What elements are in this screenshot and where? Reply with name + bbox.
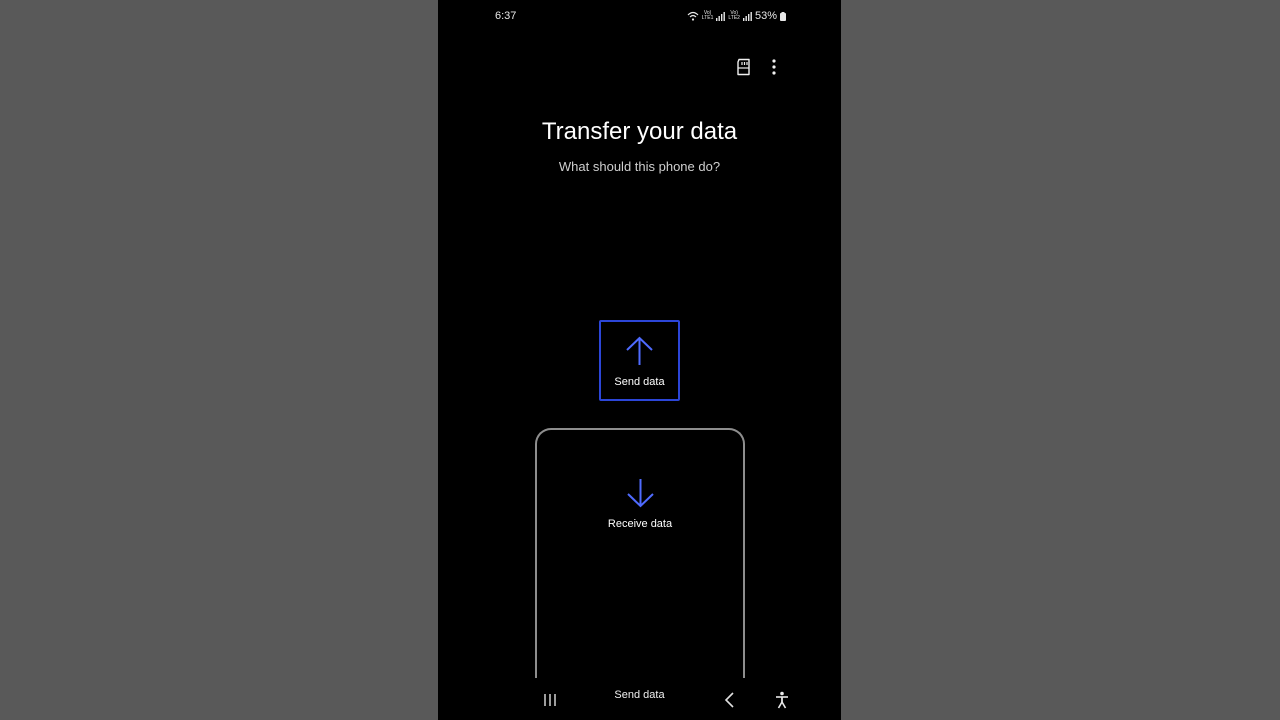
phone-screen: 6:37 Vo) LTE1 Vo) LTE2 53% Transfer your… bbox=[438, 0, 841, 720]
battery-icon bbox=[780, 11, 786, 21]
letterbox-left bbox=[0, 0, 438, 720]
page-title: Transfer your data bbox=[541, 118, 738, 145]
navigation-bar: Send data bbox=[438, 678, 841, 720]
more-options-icon[interactable] bbox=[768, 58, 780, 76]
back-icon[interactable] bbox=[723, 692, 735, 708]
letterbox-right bbox=[841, 0, 1280, 720]
wifi-icon bbox=[687, 11, 699, 21]
receive-data-label: Receive data bbox=[607, 518, 673, 530]
network-1: Vo) LTE1 bbox=[701, 10, 714, 21]
send-data-button[interactable]: Send data bbox=[599, 320, 680, 401]
battery-percent: 53% bbox=[754, 10, 777, 22]
signal-icon bbox=[716, 11, 726, 21]
network-2: Vo) LTE2 bbox=[728, 10, 740, 21]
send-data-label: Send data bbox=[614, 376, 665, 388]
receive-data-button[interactable]: Receive data bbox=[535, 428, 745, 720]
accessibility-icon[interactable] bbox=[774, 691, 790, 709]
page-subtitle: What should this phone do? bbox=[558, 159, 721, 174]
sd-card-icon[interactable] bbox=[736, 58, 752, 76]
status-icons: Vo) LTE1 Vo) LTE2 53% bbox=[687, 9, 786, 23]
arrow-down-icon bbox=[627, 479, 654, 508]
signal-icon bbox=[742, 11, 752, 21]
arrow-up-icon bbox=[626, 336, 653, 365]
status-time: 6:37 bbox=[495, 10, 517, 22]
